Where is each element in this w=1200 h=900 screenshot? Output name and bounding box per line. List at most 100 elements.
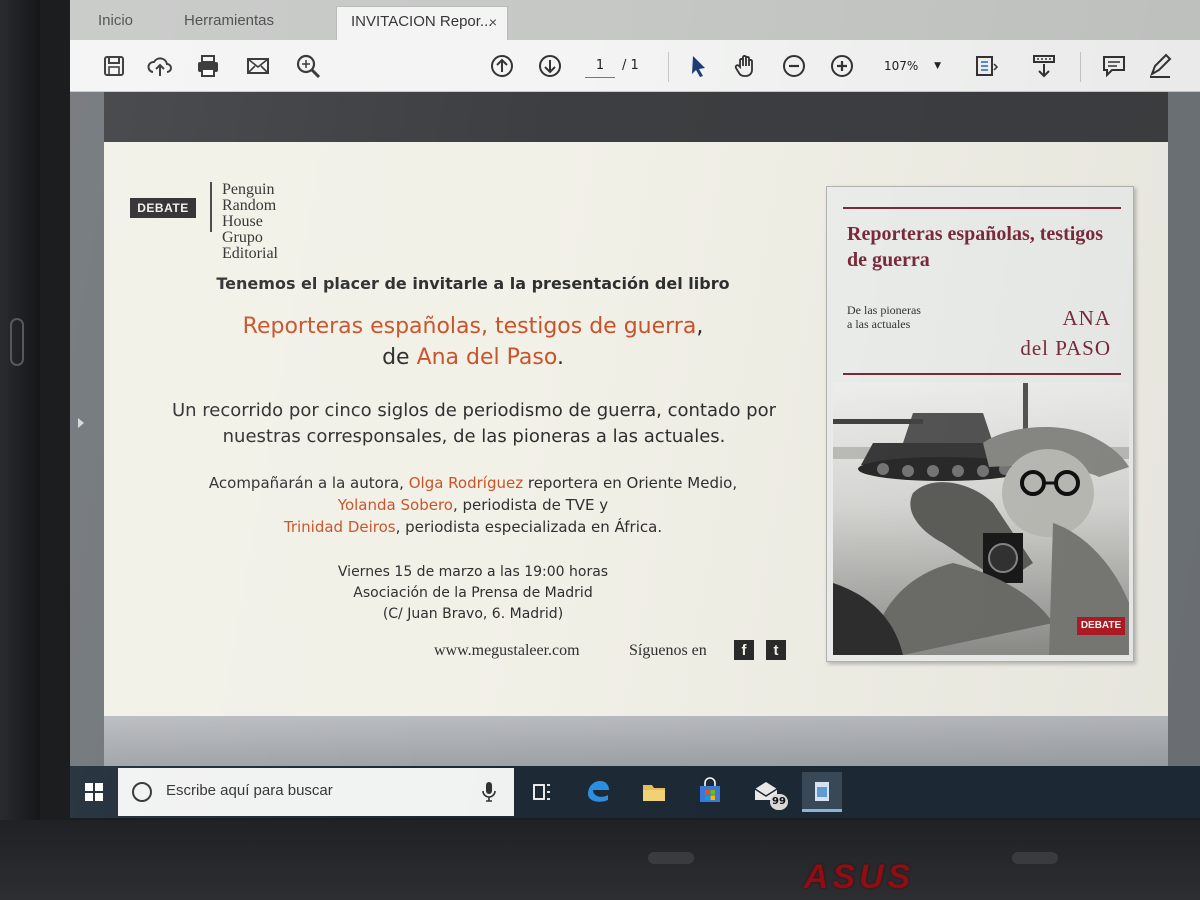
page-down-icon[interactable] xyxy=(536,52,564,80)
document-viewer[interactable]: DEBATE Penguin Random House Grupo Editor… xyxy=(70,92,1200,766)
book-cover: Reporteras españolas, testigos de guerra… xyxy=(826,186,1134,662)
page-number-input[interactable]: 1 xyxy=(585,54,615,78)
bezel-sensor xyxy=(648,852,694,864)
mail-icon[interactable]: 99 xyxy=(746,772,788,812)
laptop-bezel-left xyxy=(0,0,40,900)
title-suffix: , xyxy=(696,314,704,339)
author-prefix: de xyxy=(382,345,417,370)
twitter-icon[interactable]: t xyxy=(766,640,786,660)
invitation-intro: Tenemos el placer de invitarle a la pres… xyxy=(216,274,730,293)
event-details: Viernes 15 de marzo a las 19:00 horas As… xyxy=(104,562,842,625)
guest-name: Yolanda Sobero xyxy=(337,496,453,514)
page-total: / 1 xyxy=(622,58,639,73)
cover-author-line: ANA xyxy=(1062,306,1111,330)
page-up-icon[interactable] xyxy=(488,52,516,80)
print-icon[interactable] xyxy=(194,52,222,80)
bezel-sensor xyxy=(1012,852,1058,864)
close-tab-icon[interactable]: × xyxy=(489,7,497,37)
tab-bar: Inicio Herramientas INVITACION Repor... … xyxy=(70,0,1200,40)
upload-icon[interactable] xyxy=(146,52,174,80)
guest-role: reportera en Oriente Medio, xyxy=(523,474,738,492)
zoom-in-icon[interactable] xyxy=(828,52,856,80)
event-address: (C/ Juan Bravo, 6. Madrid) xyxy=(382,606,564,622)
edge-browser-icon[interactable] xyxy=(578,772,618,812)
taskbar: Escribe aquí para buscar 99 xyxy=(70,766,1200,818)
task-view-icon[interactable] xyxy=(522,772,562,812)
cover-imprint-logo: DEBATE xyxy=(1077,617,1125,635)
microphone-icon[interactable] xyxy=(480,780,498,804)
scroll-mode-icon[interactable] xyxy=(1030,52,1058,80)
zoom-select[interactable]: 107% ▼ xyxy=(870,54,945,78)
book-title-line: Reporteras españolas, testigos de guerra… xyxy=(104,314,842,339)
cover-title: Reporteras españolas, testigos de guerra xyxy=(847,223,1104,271)
photos-app-icon[interactable] xyxy=(802,772,842,812)
windows-start-icon[interactable] xyxy=(70,766,118,818)
guest-role: , periodista de TVE y xyxy=(452,496,609,514)
logo-line: Grupo Editorial xyxy=(222,229,278,262)
tab-document-label: INVITACION Repor... xyxy=(351,13,493,30)
save-icon[interactable] xyxy=(100,52,128,80)
logo-divider xyxy=(210,182,212,232)
author-suffix: . xyxy=(556,345,564,370)
book-description: Un recorrido por cinco siglos de periodi… xyxy=(171,400,777,447)
sign-icon[interactable] xyxy=(1146,52,1174,80)
author-name: Ana del Paso xyxy=(416,345,557,370)
asus-logo: ASUS xyxy=(803,858,915,896)
companions-intro: Acompañarán a la autora, xyxy=(208,474,409,492)
laptop-bezel-bottom xyxy=(0,820,1200,900)
page-header-band xyxy=(104,92,1168,142)
cover-author: ANA del PASO xyxy=(1020,303,1111,363)
cover-subtitle-line: a las actuales xyxy=(847,317,911,331)
book-title: Reporteras españolas, testigos de guerra xyxy=(242,314,697,339)
follow-us-label: Síguenos en xyxy=(629,642,707,659)
guest-name: Trinidad Deiros xyxy=(283,518,396,536)
email-icon[interactable] xyxy=(244,52,272,80)
cover-subtitle: De las pioneras a las actuales xyxy=(847,303,921,331)
toolbar-divider xyxy=(1080,52,1081,82)
chevron-down-icon: ▼ xyxy=(934,61,941,71)
cover-subtitle-line: De las pioneras xyxy=(847,303,921,317)
fit-page-icon[interactable] xyxy=(972,52,1000,80)
guest-line: Yolanda Sobero, periodista de TVE y xyxy=(104,494,842,516)
pdf-page: DEBATE Penguin Random House Grupo Editor… xyxy=(104,92,1168,766)
taskbar-search-input[interactable]: Escribe aquí para buscar xyxy=(118,768,514,816)
event-date: Viernes 15 de marzo a las 19:00 horas xyxy=(337,564,609,580)
debate-logo: DEBATE xyxy=(130,198,196,218)
tab-home-label: Inicio xyxy=(98,12,134,29)
side-panel-toggle-icon[interactable] xyxy=(78,418,84,428)
penguin-random-house-logo: Penguin Random House Grupo Editorial xyxy=(222,182,278,262)
bezel-side-button xyxy=(10,318,24,366)
file-explorer-icon[interactable] xyxy=(634,772,674,812)
logo-line: Random House xyxy=(222,197,277,230)
select-cursor-icon[interactable] xyxy=(684,52,712,80)
cortana-icon xyxy=(132,782,152,802)
search-icon[interactable] xyxy=(294,52,322,80)
toolbar-divider xyxy=(668,52,669,82)
page-footer-band xyxy=(104,716,1168,766)
toolbar: 1 / 1 107% ▼ xyxy=(70,40,1200,92)
facebook-icon[interactable]: f xyxy=(734,640,754,660)
guest-name: Olga Rodríguez xyxy=(408,474,524,492)
zoom-value: 107% xyxy=(884,59,919,73)
event-venue: Asociación de la Prensa de Madrid xyxy=(353,585,593,601)
cover-rule-top xyxy=(843,207,1121,209)
guest-line: Acompañarán a la autora, Olga Rodríguez … xyxy=(104,472,842,494)
tab-document[interactable]: INVITACION Repor... × xyxy=(336,6,508,40)
cover-photo xyxy=(833,383,1129,655)
guest-line: Trinidad Deiros, periodista especializad… xyxy=(104,516,842,538)
mail-count-badge: 99 xyxy=(770,794,788,810)
hand-tool-icon[interactable] xyxy=(732,52,760,80)
tab-tools[interactable]: Herramientas xyxy=(170,6,330,40)
cover-author-line: del PASO xyxy=(1020,336,1111,360)
zoom-out-icon[interactable] xyxy=(780,52,808,80)
author-line: de Ana del Paso. xyxy=(104,345,842,370)
tab-home[interactable]: Inicio xyxy=(84,6,164,40)
comment-icon[interactable] xyxy=(1100,52,1128,80)
cover-rule-bottom xyxy=(843,373,1121,375)
screen: Inicio Herramientas INVITACION Repor... … xyxy=(70,0,1200,818)
tab-tools-label: Herramientas xyxy=(184,12,275,29)
logo-line: Penguin xyxy=(222,181,275,198)
website-link[interactable]: www.megustaleer.com xyxy=(434,642,580,660)
store-icon[interactable] xyxy=(690,772,730,812)
guest-role: , periodista especializada en África. xyxy=(395,518,663,536)
